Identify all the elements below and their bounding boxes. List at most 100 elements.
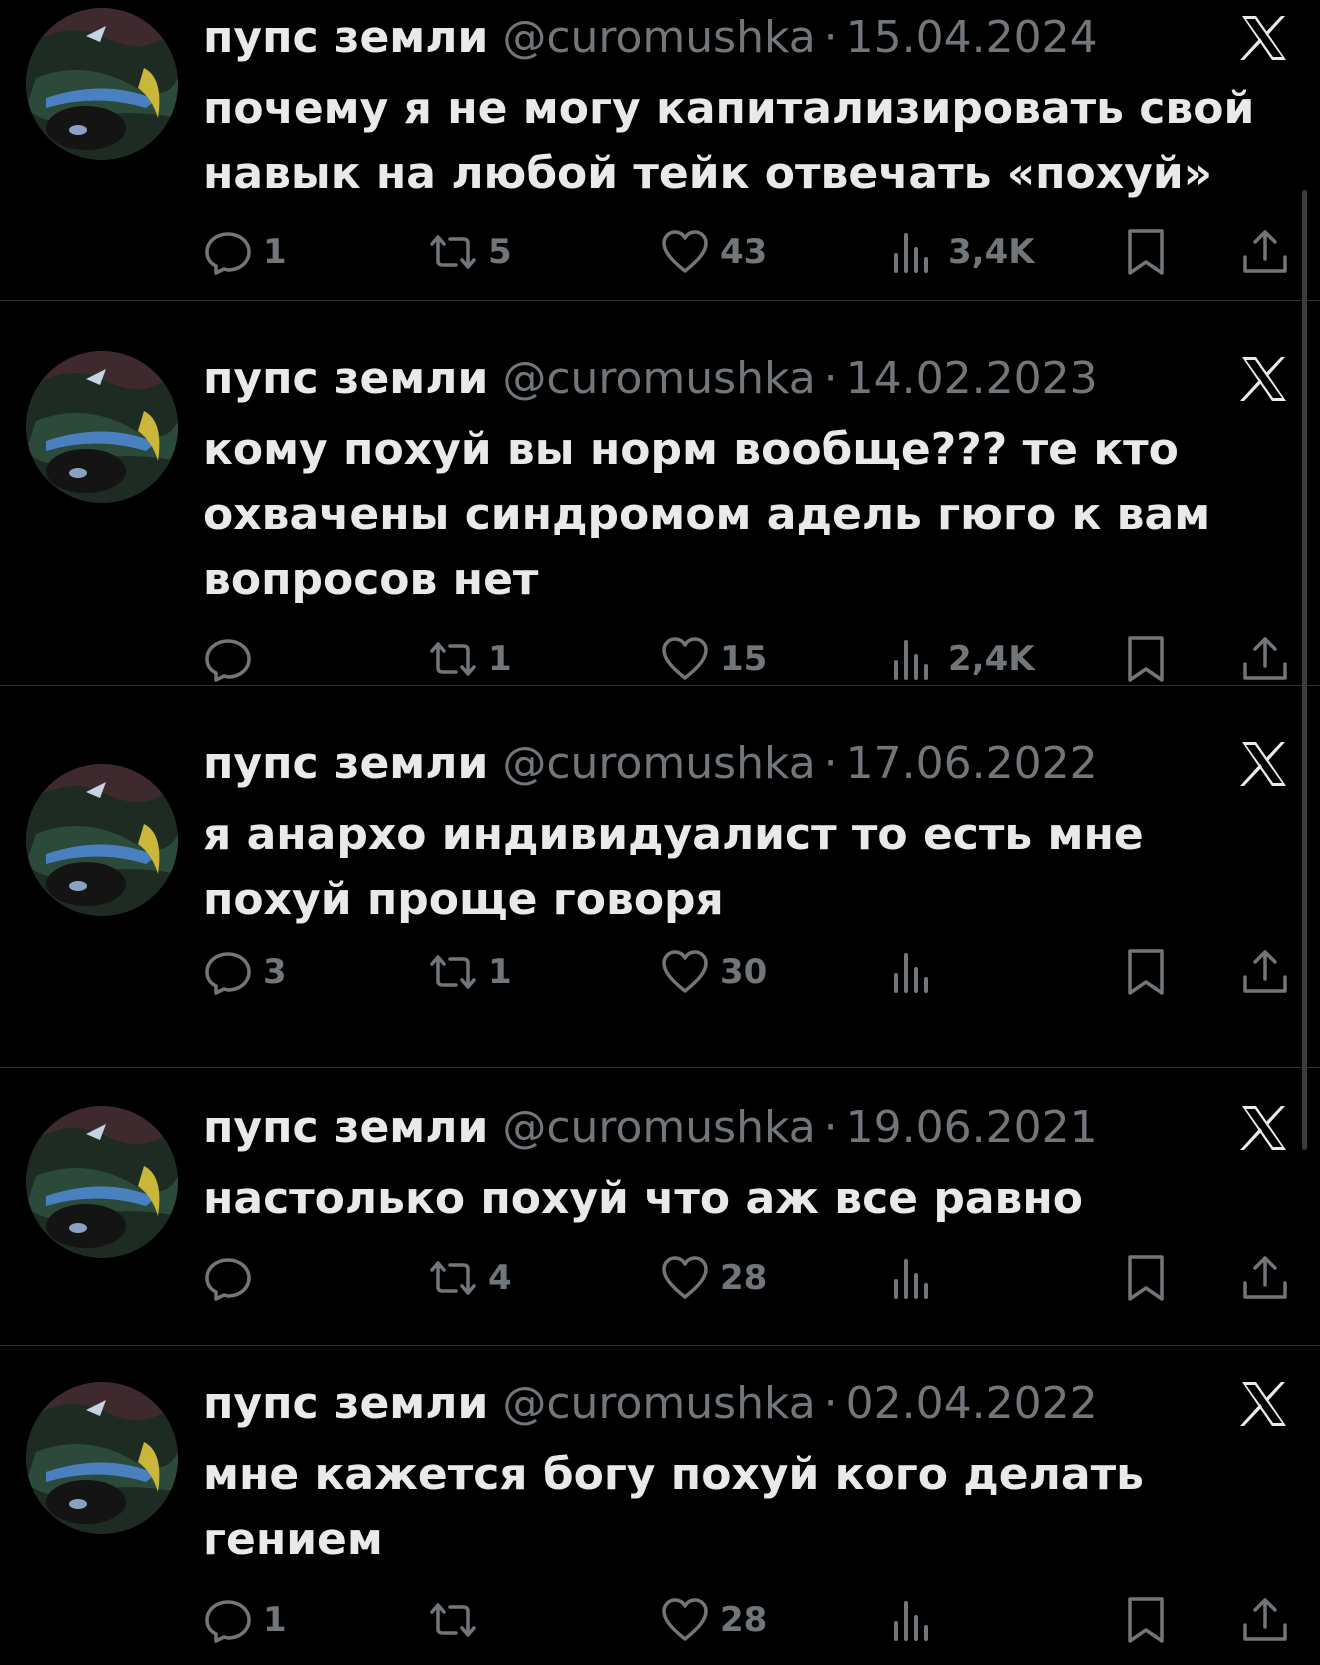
reply-icon (205, 1600, 251, 1643)
views-icon (894, 233, 928, 273)
reply-button[interactable]: 1 (203, 224, 287, 280)
like-count: 15 (720, 639, 768, 679)
views-button[interactable] (888, 944, 948, 1000)
author-handle[interactable]: @curomushka (502, 1378, 815, 1429)
tweet-date[interactable]: 19.06.2021 (846, 1102, 1098, 1153)
tweet-date[interactable]: 15.04.2024 (846, 12, 1098, 63)
action-bar: 1 5 43 3,4K (203, 224, 1293, 280)
tweet-text: настолько похуй что аж все равно (203, 1173, 1083, 1224)
tweet[interactable]: пупс земли @curomushka · 15.04.2024 почему … (0, 0, 1320, 301)
tweet-header: пупс земли @curomushka · 17.06.2022 (203, 736, 1098, 792)
author-handle[interactable]: @curomushka (502, 1102, 815, 1153)
author-handle[interactable]: @curomushka (502, 738, 815, 789)
views-count: 3,4K (948, 232, 1035, 272)
reply-icon (205, 952, 251, 995)
author-handle[interactable]: @curomushka (502, 353, 815, 404)
bookmark-button[interactable] (1121, 944, 1171, 1000)
reply-button[interactable]: 1 (203, 1592, 287, 1648)
tweet-date[interactable]: 02.04.2022 (846, 1378, 1098, 1429)
share-button[interactable] (1240, 631, 1290, 687)
reply-count: 1 (263, 232, 287, 272)
tweet-header: пупс земли @curomushka · 14.02.2023 (203, 351, 1098, 407)
bookmark-icon (1128, 1597, 1164, 1643)
author-handle[interactable]: @curomushka (502, 12, 815, 63)
separator: · (823, 353, 838, 404)
share-button[interactable] (1240, 1592, 1290, 1648)
like-button[interactable]: 28 (660, 1592, 767, 1648)
separator: · (823, 12, 838, 63)
author-name[interactable]: пупс земли (203, 353, 488, 404)
bookmark-button[interactable] (1121, 1250, 1171, 1306)
like-button[interactable]: 15 (660, 631, 767, 687)
action-bar: 1 15 2,4K (203, 631, 1293, 687)
tweet-header: пупс земли @curomushka · 02.04.2022 (203, 1376, 1098, 1432)
share-icon (1243, 1598, 1287, 1641)
bookmark-button[interactable] (1121, 224, 1171, 280)
heart-icon (662, 1256, 708, 1299)
retweet-button[interactable]: 1 (428, 631, 512, 687)
tweet-text: кому похуй вы норм вообще??? те кто охва… (203, 424, 1211, 605)
like-count: 30 (720, 952, 768, 992)
share-button[interactable] (1240, 224, 1290, 280)
share-button[interactable] (1240, 1250, 1290, 1306)
author-name[interactable]: пупс земли (203, 1102, 488, 1153)
tweet[interactable]: пупс земли @curomushka · 17.06.2022 я анарх… (0, 686, 1320, 1068)
views-button[interactable]: 3,4K (888, 224, 1035, 280)
views-button[interactable] (888, 1250, 948, 1306)
retweet-button[interactable]: 1 (428, 944, 512, 1000)
author-name[interactable]: пупс земли (203, 738, 488, 789)
retweet-button[interactable]: 5 (428, 224, 512, 280)
views-icon (894, 1259, 928, 1299)
tweet-date[interactable]: 17.06.2022 (846, 738, 1098, 789)
reply-button[interactable]: 3 (203, 944, 287, 1000)
bookmark-button[interactable] (1121, 1592, 1171, 1648)
heart-icon (662, 637, 708, 680)
scrollbar[interactable] (1302, 190, 1307, 1150)
avatar[interactable] (26, 351, 178, 503)
bookmark-icon (1128, 636, 1164, 682)
x-logo-icon (1238, 1380, 1290, 1428)
retweet-button[interactable]: 4 (428, 1250, 512, 1306)
tweet-date[interactable]: 14.02.2023 (846, 353, 1098, 404)
bookmark-icon (1128, 949, 1164, 995)
avatar[interactable] (26, 1382, 178, 1534)
x-logo-icon (1238, 355, 1290, 403)
views-button[interactable] (888, 1592, 948, 1648)
avatar[interactable] (26, 8, 178, 160)
retweet-count: 5 (488, 232, 512, 272)
like-button[interactable]: 30 (660, 944, 767, 1000)
views-icon (894, 1601, 928, 1641)
separator: · (823, 738, 838, 789)
action-bar: 4 28 (203, 1250, 1293, 1306)
avatar[interactable] (26, 1106, 178, 1258)
reply-icon (205, 639, 251, 682)
tweet-text: мне кажется богу похуй кого делать гение… (203, 1449, 1144, 1565)
reply-count: 1 (263, 1600, 287, 1640)
retweet-count: 4 (488, 1258, 512, 1298)
tweet[interactable]: пупс земли @curomushka · 19.06.2021 настоль… (0, 1068, 1320, 1346)
author-name[interactable]: пупс земли (203, 1378, 488, 1429)
share-icon (1243, 230, 1287, 273)
views-button[interactable]: 2,4K (888, 631, 1035, 687)
like-button[interactable]: 28 (660, 1250, 767, 1306)
bookmark-icon (1128, 229, 1164, 275)
separator: · (823, 1378, 838, 1429)
tweet-text: я анархо индивидуалист то есть мне похуй… (203, 809, 1144, 925)
separator: · (823, 1102, 838, 1153)
avatar-image (26, 1106, 178, 1258)
reply-button[interactable] (203, 631, 263, 687)
retweet-button[interactable] (428, 1592, 488, 1648)
reply-button[interactable] (203, 1250, 263, 1306)
bookmark-button[interactable] (1121, 631, 1171, 687)
tweet[interactable]: пупс земли @curomushka · 14.02.2023 кому по… (0, 301, 1320, 686)
author-name[interactable]: пупс земли (203, 12, 488, 63)
share-button[interactable] (1240, 944, 1290, 1000)
bookmark-icon (1128, 1255, 1164, 1301)
tweet[interactable]: пупс земли @curomushka · 02.04.2022 мне каж… (0, 1346, 1320, 1665)
share-icon (1243, 950, 1287, 993)
retweet-count: 1 (488, 952, 512, 992)
retweet-icon (430, 1261, 476, 1295)
avatar[interactable] (26, 764, 178, 916)
action-bar: 3 1 30 (203, 944, 1293, 1000)
like-button[interactable]: 43 (660, 224, 767, 280)
